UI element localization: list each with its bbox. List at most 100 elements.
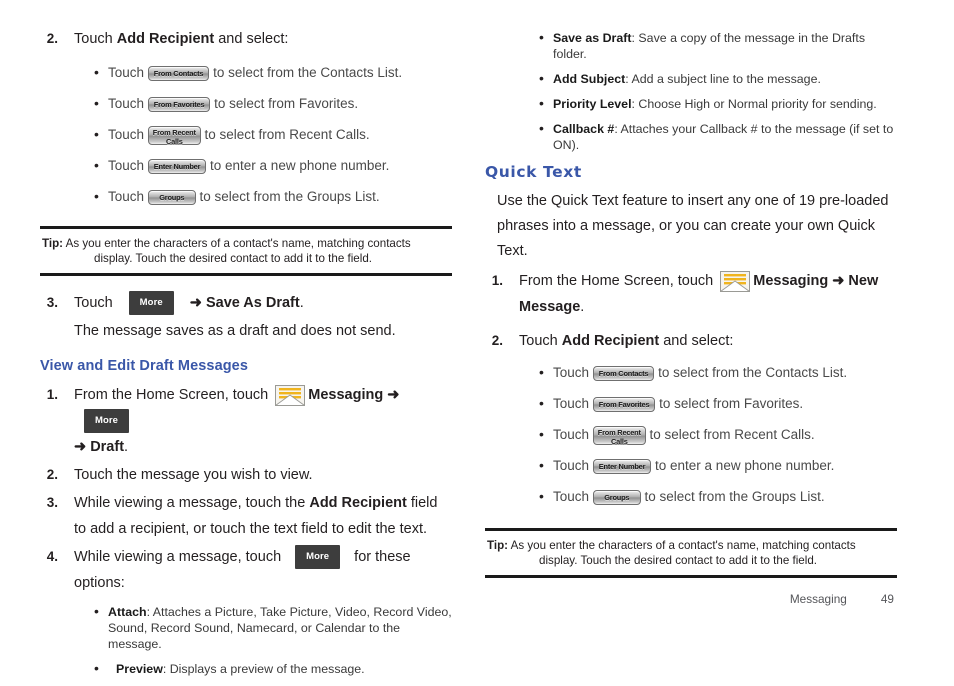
bullet-pre: Touch (108, 127, 148, 142)
save-as-draft-label: Save As Draft (205, 295, 300, 311)
add-recipient-label: Add Recipient (561, 333, 660, 349)
from-favorites-button[interactable]: From Favorites (147, 96, 211, 112)
step-save-note: The message saves as a draft and does no… (40, 318, 452, 344)
step-text: Touch Add Recipient and select: (519, 328, 897, 354)
step-note: The message saves as a draft and does no… (74, 323, 396, 339)
bullet-pre: Touch (553, 365, 593, 380)
option-desc: : Attaches a Picture, Take Picture, Vide… (108, 605, 452, 651)
tip-label: Tip: (487, 539, 509, 552)
step-save-as-draft: 3. Touch More ➜ Save As Draft. (40, 290, 452, 316)
chip-line-2: Calls (610, 436, 628, 446)
list-item: Touch From Favorites to select from Favo… (94, 90, 452, 117)
list-item: Touch From Favorites to select from Favo… (539, 390, 897, 417)
list-item: Touch Enter Number to enter a new phone … (94, 152, 452, 179)
bullet-pre: Touch (108, 65, 148, 80)
step-tail: . (580, 299, 585, 315)
quick-text-intro: Use the Quick Text feature to insert any… (485, 189, 897, 264)
step-number: 4. (46, 549, 58, 564)
tip-line-2: display. Touch the desired contact to ad… (539, 554, 817, 567)
chip-line-1: From Recent (597, 427, 641, 437)
option-desc: : Displays a preview of the message. (162, 662, 365, 676)
tip-box: Tip: As you enter the characters of a co… (485, 528, 897, 578)
intro-line-1: Use the Quick Text feature to insert any… (497, 193, 889, 209)
bullet-post: to select from Recent Calls. (200, 127, 370, 142)
bullet-pre: Touch (553, 427, 593, 442)
more-button[interactable]: More (128, 291, 174, 316)
step-add-recipient: 2. Touch Add Recipient and select: (485, 328, 897, 354)
from-favorites-button[interactable]: From Favorites (592, 396, 656, 412)
tip-text: Tip: As you enter the characters of a co… (487, 538, 895, 568)
from-contacts-button[interactable]: From Contacts (147, 65, 210, 81)
arrow-icon-2: ➜ (74, 439, 87, 455)
groups-button[interactable]: Groups (147, 189, 196, 205)
chip-line-2: Calls (165, 136, 183, 146)
step-touch-message: 2. Touch the message you wish to view. (40, 462, 452, 488)
step-edit-recipient: 3. While viewing a message, touch the Ad… (40, 490, 452, 542)
step-text: While viewing a message, touch More for … (74, 544, 452, 596)
step-number: 2. (491, 333, 503, 348)
option-desc: : Add a subject line to the message. (625, 72, 821, 86)
left-column: 2. Touch Add Recipient and select: Touch… (40, 26, 452, 686)
tip-label: Tip: (42, 237, 64, 250)
step-tail: . (299, 295, 304, 311)
enter-number-button[interactable]: Enter Number (147, 158, 207, 174)
arrow-icon: ➜ (832, 273, 845, 289)
more-button[interactable]: More (84, 409, 129, 434)
option-term-save-as-draft: Save as Draft (553, 31, 632, 45)
step-text: While viewing a message, touch the Add R… (74, 490, 452, 542)
from-recent-calls-button[interactable]: From Recent Calls (147, 125, 201, 146)
step-text: Touch the message you wish to view. (74, 467, 313, 483)
list-item: Preview: Displays a preview of the messa… (94, 660, 452, 677)
option-term-priority-level: Priority Level (553, 97, 632, 111)
bullet-post: to select from Favorites. (655, 396, 804, 411)
step-lead-tail: and select: (214, 31, 289, 47)
bullet-pre: Touch (108, 189, 148, 204)
add-recipient-label: Add Recipient (309, 495, 407, 511)
more-button[interactable]: More (295, 545, 341, 570)
arrow-icon: ➜ (387, 387, 400, 403)
page-footer: Messaging 49 (0, 592, 954, 606)
step-pre: While viewing a message, touch (74, 549, 286, 565)
enter-number-button[interactable]: Enter Number (592, 458, 652, 474)
bullet-pre: Touch (553, 489, 593, 504)
bullet-pre: Touch (553, 396, 593, 411)
from-contacts-button[interactable]: From Contacts (592, 365, 655, 381)
option-term-preview: Preview (116, 662, 163, 676)
list-item: Touch Groups to select from the Groups L… (94, 183, 452, 210)
from-recent-calls-button[interactable]: From Recent Calls (592, 425, 646, 446)
section-heading-view-edit-draft: View and Edit Draft Messages (40, 358, 249, 374)
tip-text: Tip: As you enter the characters of a co… (42, 236, 450, 266)
intro-line-2: phrases into a message, or you can creat… (497, 218, 875, 259)
bullet-pre: Touch (108, 158, 148, 173)
footer-section-label: Messaging (789, 592, 847, 606)
step-number: 2. (46, 31, 58, 46)
tip-line-1: As you enter the characters of a contact… (63, 237, 411, 250)
step-new-message: 1. From the Home Screen, touch Messaging… (485, 268, 897, 320)
step-tail: . (124, 439, 129, 455)
step-number: 1. (491, 273, 503, 288)
tip-line-2: display. Touch the desired contact to ad… (94, 252, 372, 265)
step-number: 1. (46, 387, 58, 402)
bullet-post: to select from the Contacts List. (209, 65, 403, 80)
step-more-options: 4. While viewing a message, touch More f… (40, 544, 452, 596)
option-term-attach: Attach (108, 605, 147, 619)
step-lead-touch: Touch (519, 333, 562, 349)
section-heading-quick-text: Quick Text (485, 163, 582, 181)
groups-button[interactable]: Groups (592, 489, 641, 505)
list-item: Touch From Contacts to select from the C… (539, 359, 897, 386)
draft-label: Draft (90, 439, 125, 455)
step-text: Touch Add Recipient and select: (74, 26, 452, 52)
list-item: Save as Draft: Save a copy of the messag… (539, 29, 897, 62)
list-item: Touch From Contacts to select from the C… (94, 59, 452, 86)
messaging-envelope-icon (274, 384, 307, 406)
list-item: Touch From RecentCalls to select from Re… (94, 121, 452, 148)
step-text: From the Home Screen, touch Messaging ➜ … (74, 382, 452, 460)
list-item: Add Subject: Add a subject line to the m… (539, 70, 897, 87)
more-options-list: Attach: Attaches a Picture, Take Picture… (94, 603, 452, 677)
bullet-pre: Touch (553, 458, 593, 473)
footer-page-number: 49 (880, 592, 894, 606)
messaging-app-label: Messaging (753, 273, 829, 289)
messaging-envelope-icon (719, 270, 752, 292)
option-desc: : Choose High or Normal priority for sen… (631, 97, 877, 111)
bullet-post: to select from Favorites. (210, 96, 359, 111)
